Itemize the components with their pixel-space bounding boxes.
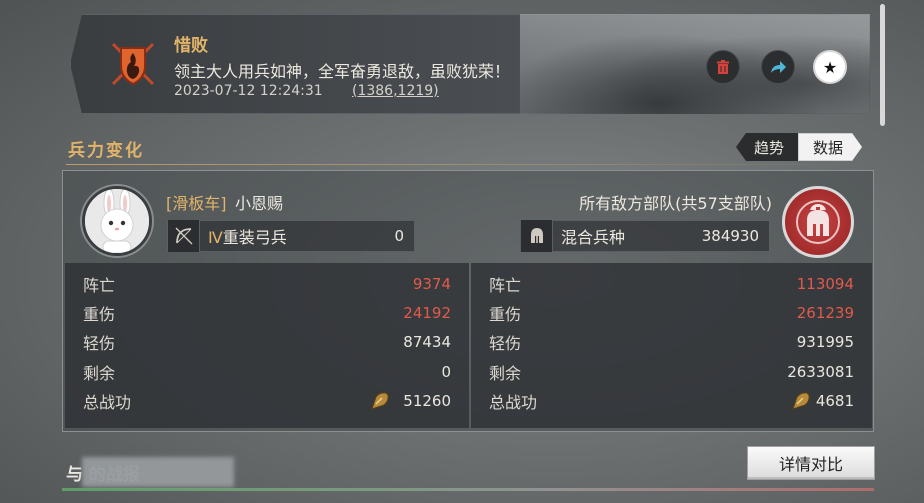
stat-value: 4681	[815, 392, 854, 410]
stat-row-killed: 阵亡 9374	[65, 270, 469, 298]
view-toggle: 趋势 数据	[736, 133, 862, 161]
favorite-report-button[interactable]: ★	[813, 50, 847, 84]
stat-row-light: 轻伤 931995	[471, 328, 872, 356]
scrollbar[interactable]	[880, 4, 885, 126]
battle-message: 领主大人用兵如神，全军奋勇退敌，虽败犹荣！	[174, 62, 511, 81]
stat-label: 重伤	[83, 305, 116, 324]
star-icon: ★	[822, 57, 838, 77]
enemy-avatar[interactable]	[782, 186, 854, 258]
stat-label: 轻伤	[83, 334, 116, 353]
stat-value: 2633081	[787, 363, 854, 381]
stat-row-killed: 阵亡 113094	[471, 270, 872, 298]
helmet-icon	[521, 220, 553, 252]
defeat-crest-icon	[107, 38, 159, 90]
player-alliance-tag: [滑板车]	[166, 194, 227, 213]
player-name: 小恩赐	[235, 194, 284, 213]
footer-divider	[62, 488, 874, 491]
trash-icon	[717, 60, 729, 74]
stat-label: 总战功	[83, 393, 132, 412]
battle-timestamp: 2023-07-12 12:24:31	[174, 83, 323, 99]
enemy-forces-title: 所有敌方部队(共57支部队)	[579, 194, 772, 213]
merit-medal-icon	[792, 392, 810, 410]
stat-label: 阵亡	[83, 276, 116, 295]
unit-count: 0	[394, 227, 404, 245]
stat-value: 931995	[796, 333, 854, 351]
bow-icon	[168, 220, 200, 252]
stat-row-merit: 总战功 51260	[65, 387, 469, 415]
spartan-helmet-icon	[796, 200, 840, 244]
stat-row-merit: 总战功 4681	[471, 387, 872, 415]
battle-coordinates-link[interactable]: (1386,1219)	[352, 83, 439, 99]
stat-value: 9374	[412, 275, 451, 293]
stat-label: 剩余	[489, 364, 522, 383]
enemy-unit-summary: 混合兵种 384930	[520, 220, 770, 252]
stat-row-remaining: 剩余 2633081	[471, 358, 872, 386]
stat-row-severe: 重伤 261239	[471, 299, 872, 327]
merit-medal-icon	[371, 392, 389, 410]
section-divider	[66, 164, 872, 165]
tab-trend[interactable]: 趋势	[736, 133, 799, 161]
battle-result-title: 惜败	[174, 36, 208, 56]
stat-row-remaining: 剩余 0	[65, 358, 469, 386]
stat-label: 阵亡	[489, 276, 522, 295]
stat-label: 轻伤	[489, 334, 522, 353]
enemy-stats-table: 阵亡 113094 重伤 261239 轻伤 931995 剩余 2633081…	[471, 263, 872, 428]
unit-tier: Ⅳ	[208, 228, 223, 247]
share-arrow-icon	[771, 61, 786, 73]
stat-label: 剩余	[83, 364, 116, 383]
unit-name: 重装弓兵	[222, 228, 287, 247]
stat-row-light: 轻伤 87434	[65, 328, 469, 356]
stat-label: 总战功	[489, 393, 538, 412]
tab-data[interactable]: 数据	[798, 133, 862, 161]
detail-compare-button[interactable]: 详情对比	[747, 446, 875, 480]
stat-row-severe: 重伤 24192	[65, 299, 469, 327]
stat-value: 24192	[403, 304, 451, 322]
redacted-name-blur	[82, 457, 234, 487]
player-stats-table: 阵亡 9374 重伤 24192 轻伤 87434 剩余 0 总战功 51260	[65, 263, 469, 428]
unit-count: 384930	[701, 227, 759, 245]
player-avatar[interactable]	[82, 186, 152, 256]
stat-value: 51260	[403, 392, 451, 410]
stat-value: 261239	[796, 304, 854, 322]
stat-value: 113094	[796, 275, 854, 293]
stat-label: 重伤	[489, 305, 522, 324]
share-report-button[interactable]	[761, 50, 795, 84]
stat-value: 0	[441, 363, 451, 381]
player-unit-summary: Ⅳ重装弓兵 0	[167, 220, 415, 252]
delete-report-button[interactable]	[706, 50, 740, 84]
unit-name: 混合兵种	[561, 228, 626, 247]
section-title: 兵力变化	[68, 141, 144, 161]
stat-value: 87434	[403, 333, 451, 351]
